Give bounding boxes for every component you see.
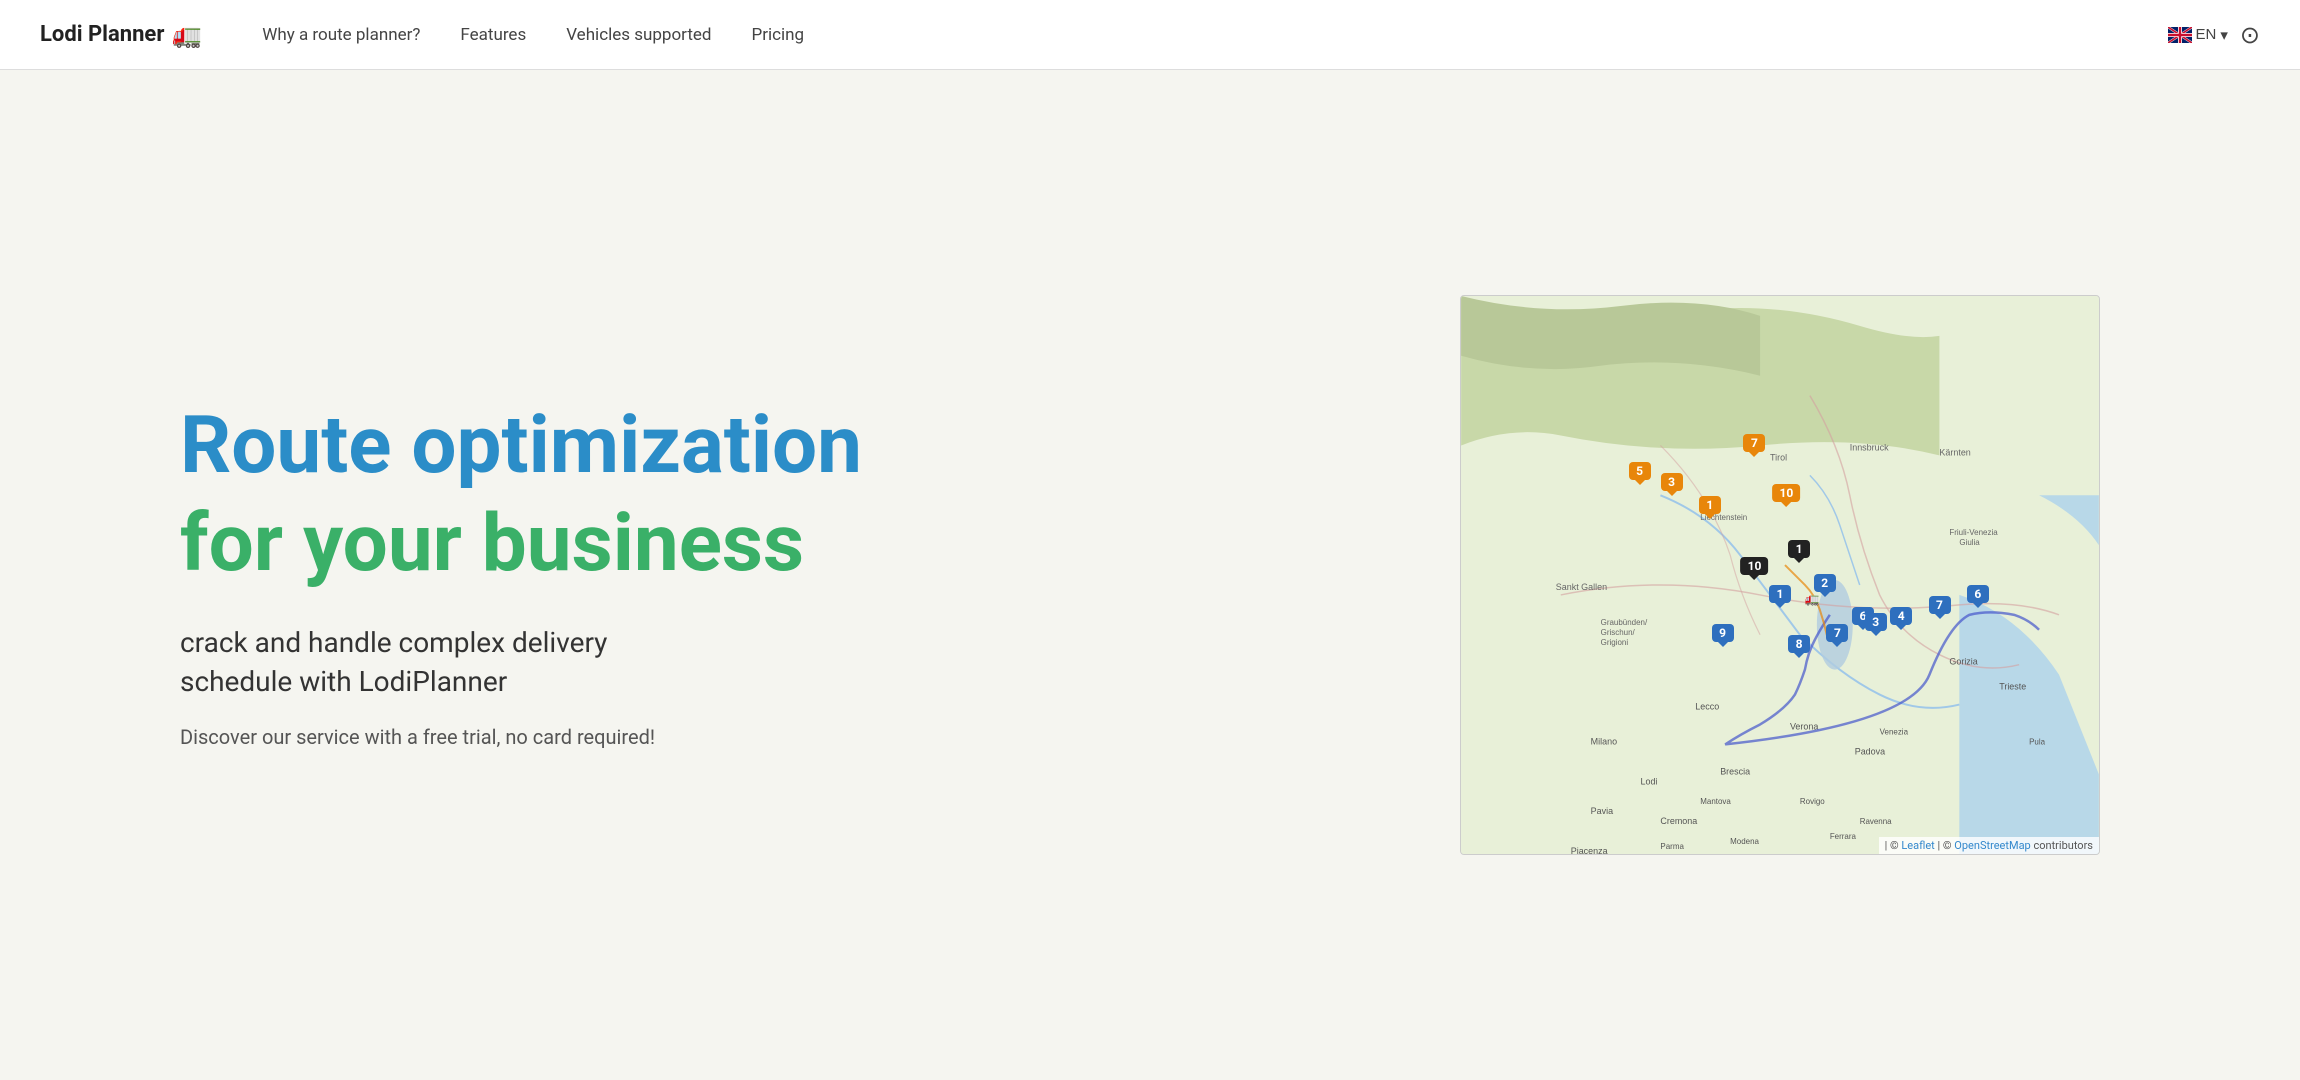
language-label: EN <box>2196 26 2217 43</box>
marker-blue-7b: 7 <box>1929 596 1951 614</box>
marker-black-1: 1 <box>1788 540 1810 558</box>
nav-link-vehicles[interactable]: Vehicles supported <box>566 25 711 45</box>
marker-blue-1: 1 <box>1769 585 1791 603</box>
nav-link-why[interactable]: Why a route planner? <box>262 25 420 45</box>
marker-orange-1: 1 <box>1699 496 1721 514</box>
nav-item-pricing[interactable]: Pricing <box>752 25 805 45</box>
nav-right: EN ▾ ⊙ <box>2168 21 2260 49</box>
marker-orange-10: 10 <box>1772 484 1800 502</box>
nav-item-why[interactable]: Why a route planner? <box>262 25 420 45</box>
logo-link[interactable]: Lodi Planner 🚛 <box>40 21 202 49</box>
marker-orange-7: 7 <box>1743 434 1765 452</box>
marker-blue-8: 8 <box>1788 635 1810 653</box>
hero-subtitle: crack and handle complex delivery schedu… <box>180 623 862 701</box>
nav-link-pricing[interactable]: Pricing <box>752 25 805 45</box>
logo-truck-icon: 🚛 <box>172 21 202 49</box>
hero-cta: Discover our service with a free trial, … <box>180 725 862 749</box>
marker-blue-4: 4 <box>1890 607 1912 625</box>
navbar: Lodi Planner 🚛 Why a route planner? Feat… <box>0 0 2300 70</box>
user-icon[interactable]: ⊙ <box>2240 21 2260 49</box>
uk-flag-icon <box>2168 27 2192 43</box>
nav-link-features[interactable]: Features <box>460 25 526 45</box>
hero-text: Route optimization for your business cra… <box>180 401 862 749</box>
map-attribution: | © Leaflet | © OpenStreetMap contributo… <box>1879 837 2099 854</box>
chevron-down-icon: ▾ <box>2220 26 2228 44</box>
map-container[interactable]: Sankt Gallen Liechtenstein Tirol Innsbru… <box>1460 295 2100 855</box>
marker-orange-5: 5 <box>1629 462 1651 480</box>
nav-item-features[interactable]: Features <box>460 25 526 45</box>
marker-black-10: 10 <box>1741 557 1769 575</box>
hero-title-line2: for your business <box>180 499 862 587</box>
marker-orange-3: 3 <box>1661 473 1683 491</box>
marker-blue-3: 3 <box>1865 613 1887 631</box>
marker-blue-6b: 6 <box>1967 585 1989 603</box>
marker-blue-7a: 7 <box>1826 624 1848 642</box>
leaflet-link[interactable]: Leaflet <box>1901 839 1934 852</box>
hero-title-line1: Route optimization <box>180 401 862 489</box>
map-markers: 5 3 1 7 10 10 1 1 <box>1461 296 2099 854</box>
marker-blue-2: 2 <box>1814 574 1836 592</box>
logo-text: Lodi Planner <box>40 22 164 47</box>
osm-link[interactable]: OpenStreetMap <box>1954 839 2030 852</box>
nav-item-vehicles[interactable]: Vehicles supported <box>566 25 711 45</box>
hero-section: Route optimization for your business cra… <box>0 70 2300 1080</box>
nav-links: Why a route planner? Features Vehicles s… <box>262 25 2167 45</box>
language-button[interactable]: EN ▾ <box>2168 26 2228 44</box>
marker-blue-9: 9 <box>1712 624 1734 642</box>
attribution-suffix: contributors <box>2033 839 2093 852</box>
